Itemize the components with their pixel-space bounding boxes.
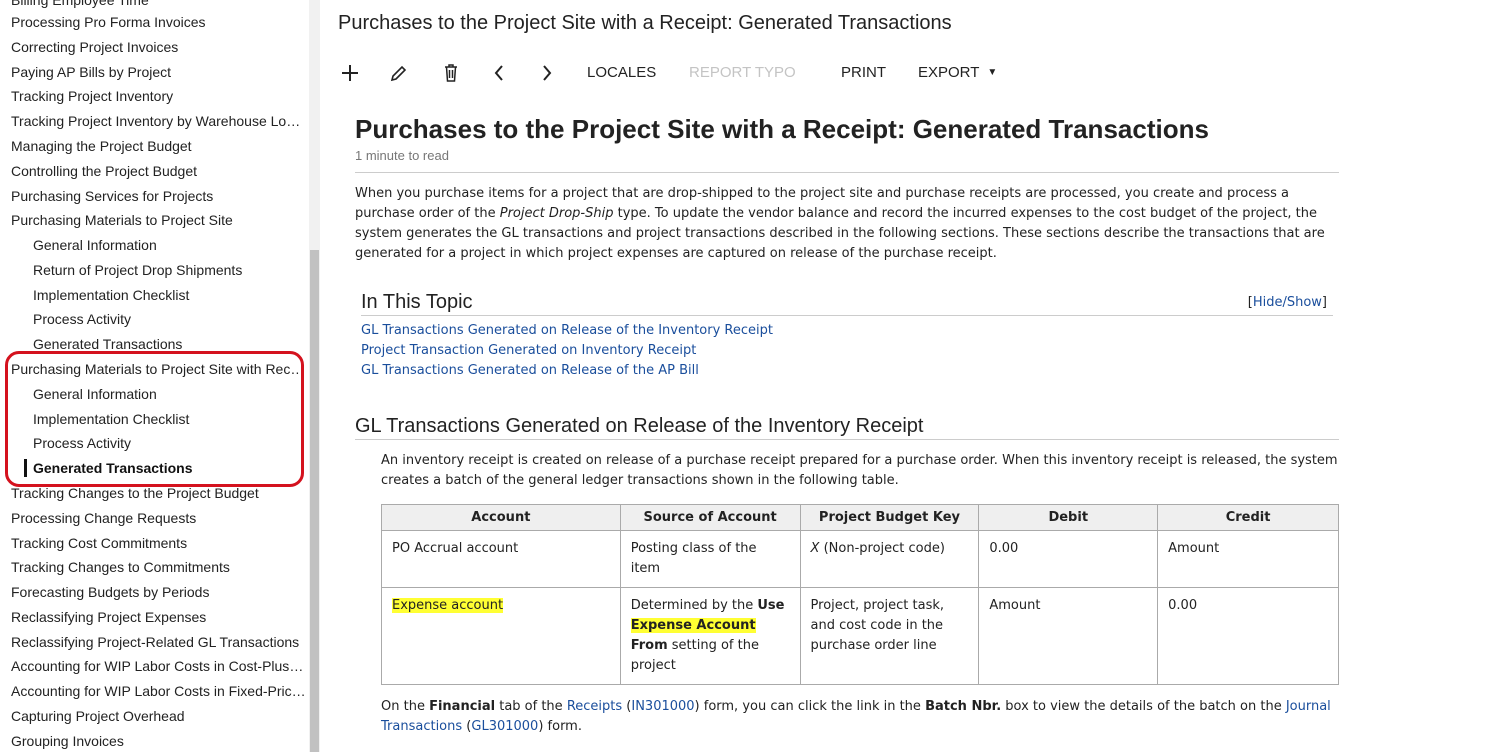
sidebar-item-wip-fixed-price[interactable]: ▸Accounting for WIP Labor Costs in Fixed… — [11, 679, 307, 703]
chevron-left-icon — [494, 65, 503, 81]
sidebar-item-return-drop-shipments[interactable]: Return of Project Drop Shipments — [33, 258, 303, 282]
column-header: Credit — [1157, 504, 1339, 531]
sidebar-item-controlling-budget[interactable]: ▸Controlling the Project Budget — [11, 159, 307, 183]
sidebar-item-implementation-checklist[interactable]: Implementation Checklist — [33, 283, 303, 307]
sidebar-item-commitment-changes[interactable]: ▸Tracking Changes to Commitments — [11, 555, 307, 579]
sidebar-nav: ▸Billing Employee Time ▸Processing Pro F… — [0, 0, 309, 752]
trash-icon — [445, 64, 457, 82]
locales-button[interactable]: LOCALES — [587, 60, 656, 86]
column-header: Debit — [978, 504, 1159, 531]
table-header-row: Account Source of Account Project Budget… — [381, 504, 1339, 531]
topic-link[interactable]: Project Transaction Generated on Invento… — [361, 341, 1333, 361]
cell-account: PO Accrual account — [381, 530, 621, 588]
divider — [355, 172, 1339, 173]
divider — [361, 315, 1333, 316]
sidebar-item-tracking-inventory-warehouse[interactable]: ▸Tracking Project Inventory by Warehouse… — [11, 109, 307, 133]
sidebar-item-wip-cost-plus[interactable]: ▸Accounting for WIP Labor Costs in Cost-… — [11, 654, 307, 678]
add-button[interactable] — [340, 60, 360, 86]
cell-budget-key: X (Non-project code) — [799, 530, 980, 588]
intro-paragraph: When you purchase items for a project th… — [355, 186, 1325, 261]
sidebar-item-processing-pro-forma[interactable]: ▸Processing Pro Forma Invoices — [11, 10, 307, 34]
in-this-topic-heading: In This Topic — [361, 291, 473, 313]
caret-down-icon: ▼ — [987, 67, 998, 78]
sidebar-item-correcting-invoices[interactable]: ▸Correcting Project Invoices — [11, 35, 307, 59]
column-header: Source of Account — [619, 504, 801, 531]
sidebar-item-forecasting-budgets[interactable]: ▸Forecasting Budgets by Periods — [11, 580, 307, 604]
next-button[interactable] — [540, 60, 554, 86]
chevron-right-icon — [543, 65, 552, 81]
receipts-link[interactable]: Receipts — [567, 699, 622, 714]
footer-paragraph: On the Financial tab of the Receipts (IN… — [381, 699, 1331, 734]
cell-account: Expense account — [381, 587, 621, 685]
cell-budget-key: Project, project task, and cost code in … — [799, 587, 980, 685]
sidebar-item-grouping-invoices[interactable]: ▸Grouping Invoices — [11, 729, 307, 752]
export-label: EXPORT — [918, 64, 980, 81]
page-title: Purchases to the Project Site with a Rec… — [338, 12, 952, 34]
topic-link[interactable]: GL Transactions Generated on Release of … — [361, 361, 1333, 381]
pencil-icon — [390, 65, 407, 82]
cell-source: Determined by the Use Expense Account Fr… — [619, 587, 801, 685]
column-header: Project Budget Key — [799, 504, 980, 531]
article-title: Purchases to the Project Site with a Rec… — [355, 114, 1209, 144]
cell-credit: 0.00 — [1157, 587, 1339, 685]
topic-link[interactable]: GL Transactions Generated on Release of … — [361, 321, 1333, 341]
scrollbar-thumb[interactable] — [310, 250, 319, 752]
transactions-table: Account Source of Account Project Budget… — [381, 504, 1339, 685]
sidebar-item-reclassifying-expenses[interactable]: ▸Reclassifying Project Expenses — [11, 605, 307, 629]
table-row: Expense account Determined by the Use Ex… — [381, 587, 1339, 685]
article: Purchases to the Project Site with a Rec… — [355, 112, 1339, 737]
delete-button[interactable] — [443, 60, 459, 86]
sidebar-item-cost-commitments[interactable]: ▸Tracking Cost Commitments — [11, 531, 307, 555]
cell-debit: Amount — [978, 587, 1159, 685]
section-paragraph: An inventory receipt is created on relea… — [381, 453, 1338, 488]
previous-button[interactable] — [492, 60, 506, 86]
print-button[interactable]: PRINT — [841, 60, 886, 86]
in301000-link[interactable]: IN301000 — [631, 699, 694, 714]
read-time: 1 minute to read — [355, 148, 449, 163]
plus-icon — [342, 65, 358, 81]
sidebar-scrollbar[interactable] — [309, 0, 320, 752]
gl301000-link[interactable]: GL301000 — [471, 719, 538, 734]
sidebar-item-change-requests[interactable]: ▸Processing Change Requests — [11, 506, 307, 530]
sidebar-item-paying-ap-bills[interactable]: ▸Paying AP Bills by Project — [11, 60, 307, 84]
column-header: Account — [381, 504, 621, 531]
divider — [355, 439, 1339, 440]
section-heading: GL Transactions Generated on Release of … — [355, 415, 924, 437]
highlight-annotation — [5, 351, 304, 487]
export-button[interactable]: EXPORT ▼ — [918, 60, 997, 86]
table-row: PO Accrual account Posting class of the … — [381, 530, 1339, 588]
in-this-topic: In This Topic [Hide/Show] GL Transaction… — [361, 289, 1333, 381]
sidebar-item-general-information[interactable]: General Information — [33, 233, 303, 257]
cell-source: Posting class of the item — [619, 530, 801, 588]
sidebar-item-reclassifying-gl[interactable]: ▸Reclassifying Project-Related GL Transa… — [11, 630, 307, 654]
sidebar-item-purchasing-services[interactable]: ▸Purchasing Services for Projects — [11, 184, 307, 208]
report-typo-button[interactable]: REPORT TYPO — [689, 60, 796, 86]
sidebar-item-managing-budget[interactable]: ▸Managing the Project Budget — [11, 134, 307, 158]
cell-credit: Amount — [1157, 530, 1339, 588]
sidebar-item-process-activity[interactable]: Process Activity — [33, 307, 303, 331]
edit-button[interactable] — [389, 60, 407, 86]
sidebar-item-project-overhead[interactable]: ▸Capturing Project Overhead — [11, 704, 307, 728]
hide-show-toggle[interactable]: [Hide/Show] — [1248, 295, 1327, 310]
cell-debit: 0.00 — [978, 530, 1159, 588]
sidebar-item-purchasing-materials[interactable]: ▾Purchasing Materials to Project Site — [11, 208, 307, 232]
sidebar-item-tracking-inventory[interactable]: ▸Tracking Project Inventory — [11, 84, 307, 108]
